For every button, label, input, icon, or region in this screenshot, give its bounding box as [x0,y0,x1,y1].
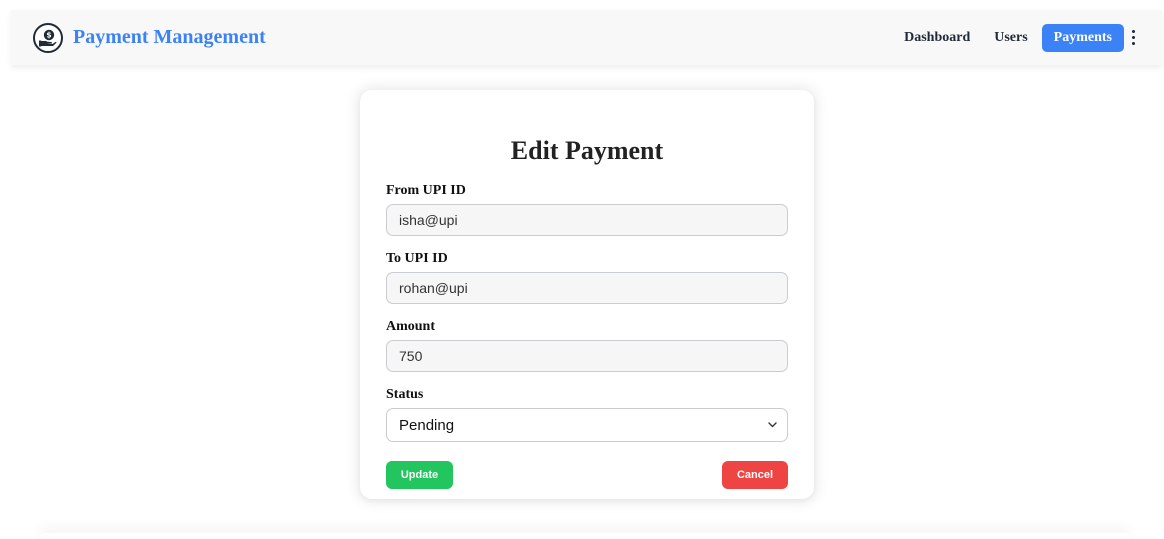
page-title: Edit Payment [510,136,664,165]
money-hand-icon: $ [33,22,63,53]
footer-shadow [40,533,1130,539]
to-upi-input[interactable]: rohan@upi [386,272,788,304]
from-upi-field-group: From UPI ID isha@upi [386,182,788,236]
kebab-menu-icon[interactable] [1126,27,1140,49]
form-actions: Update Cancel [386,461,788,489]
chevron-down-icon [767,420,777,430]
to-upi-field-group: To UPI ID rohan@upi [386,250,788,304]
status-field-group: Status Pending [386,386,788,442]
brand-title: Payment Management [73,26,266,48]
from-upi-label: From UPI ID [386,183,466,198]
amount-label: Amount [386,319,436,334]
status-select[interactable]: Pending [386,408,788,442]
status-label: Status [386,387,424,402]
nav-links: Dashboard Users Payments [892,23,1140,52]
brand-link[interactable]: $ Payment Management [33,22,266,53]
nav-link-payments[interactable]: Payments [1041,23,1124,52]
edit-payment-card: Edit Payment From UPI ID isha@upi To UPI… [360,90,814,499]
from-upi-input[interactable]: isha@upi [386,204,788,236]
to-upi-label: To UPI ID [386,251,448,266]
amount-field-group: Amount 750 [386,318,788,372]
cancel-button[interactable]: Cancel [722,461,788,489]
status-selected-value: Pending [399,416,455,434]
top-navbar: $ Payment Management Dashboard Users Pay… [11,10,1162,65]
nav-link-dashboard[interactable]: Dashboard [892,24,982,52]
amount-input[interactable]: 750 [386,340,788,372]
svg-text:$: $ [46,30,51,39]
update-button[interactable]: Update [386,461,453,489]
nav-link-users[interactable]: Users [982,24,1039,52]
